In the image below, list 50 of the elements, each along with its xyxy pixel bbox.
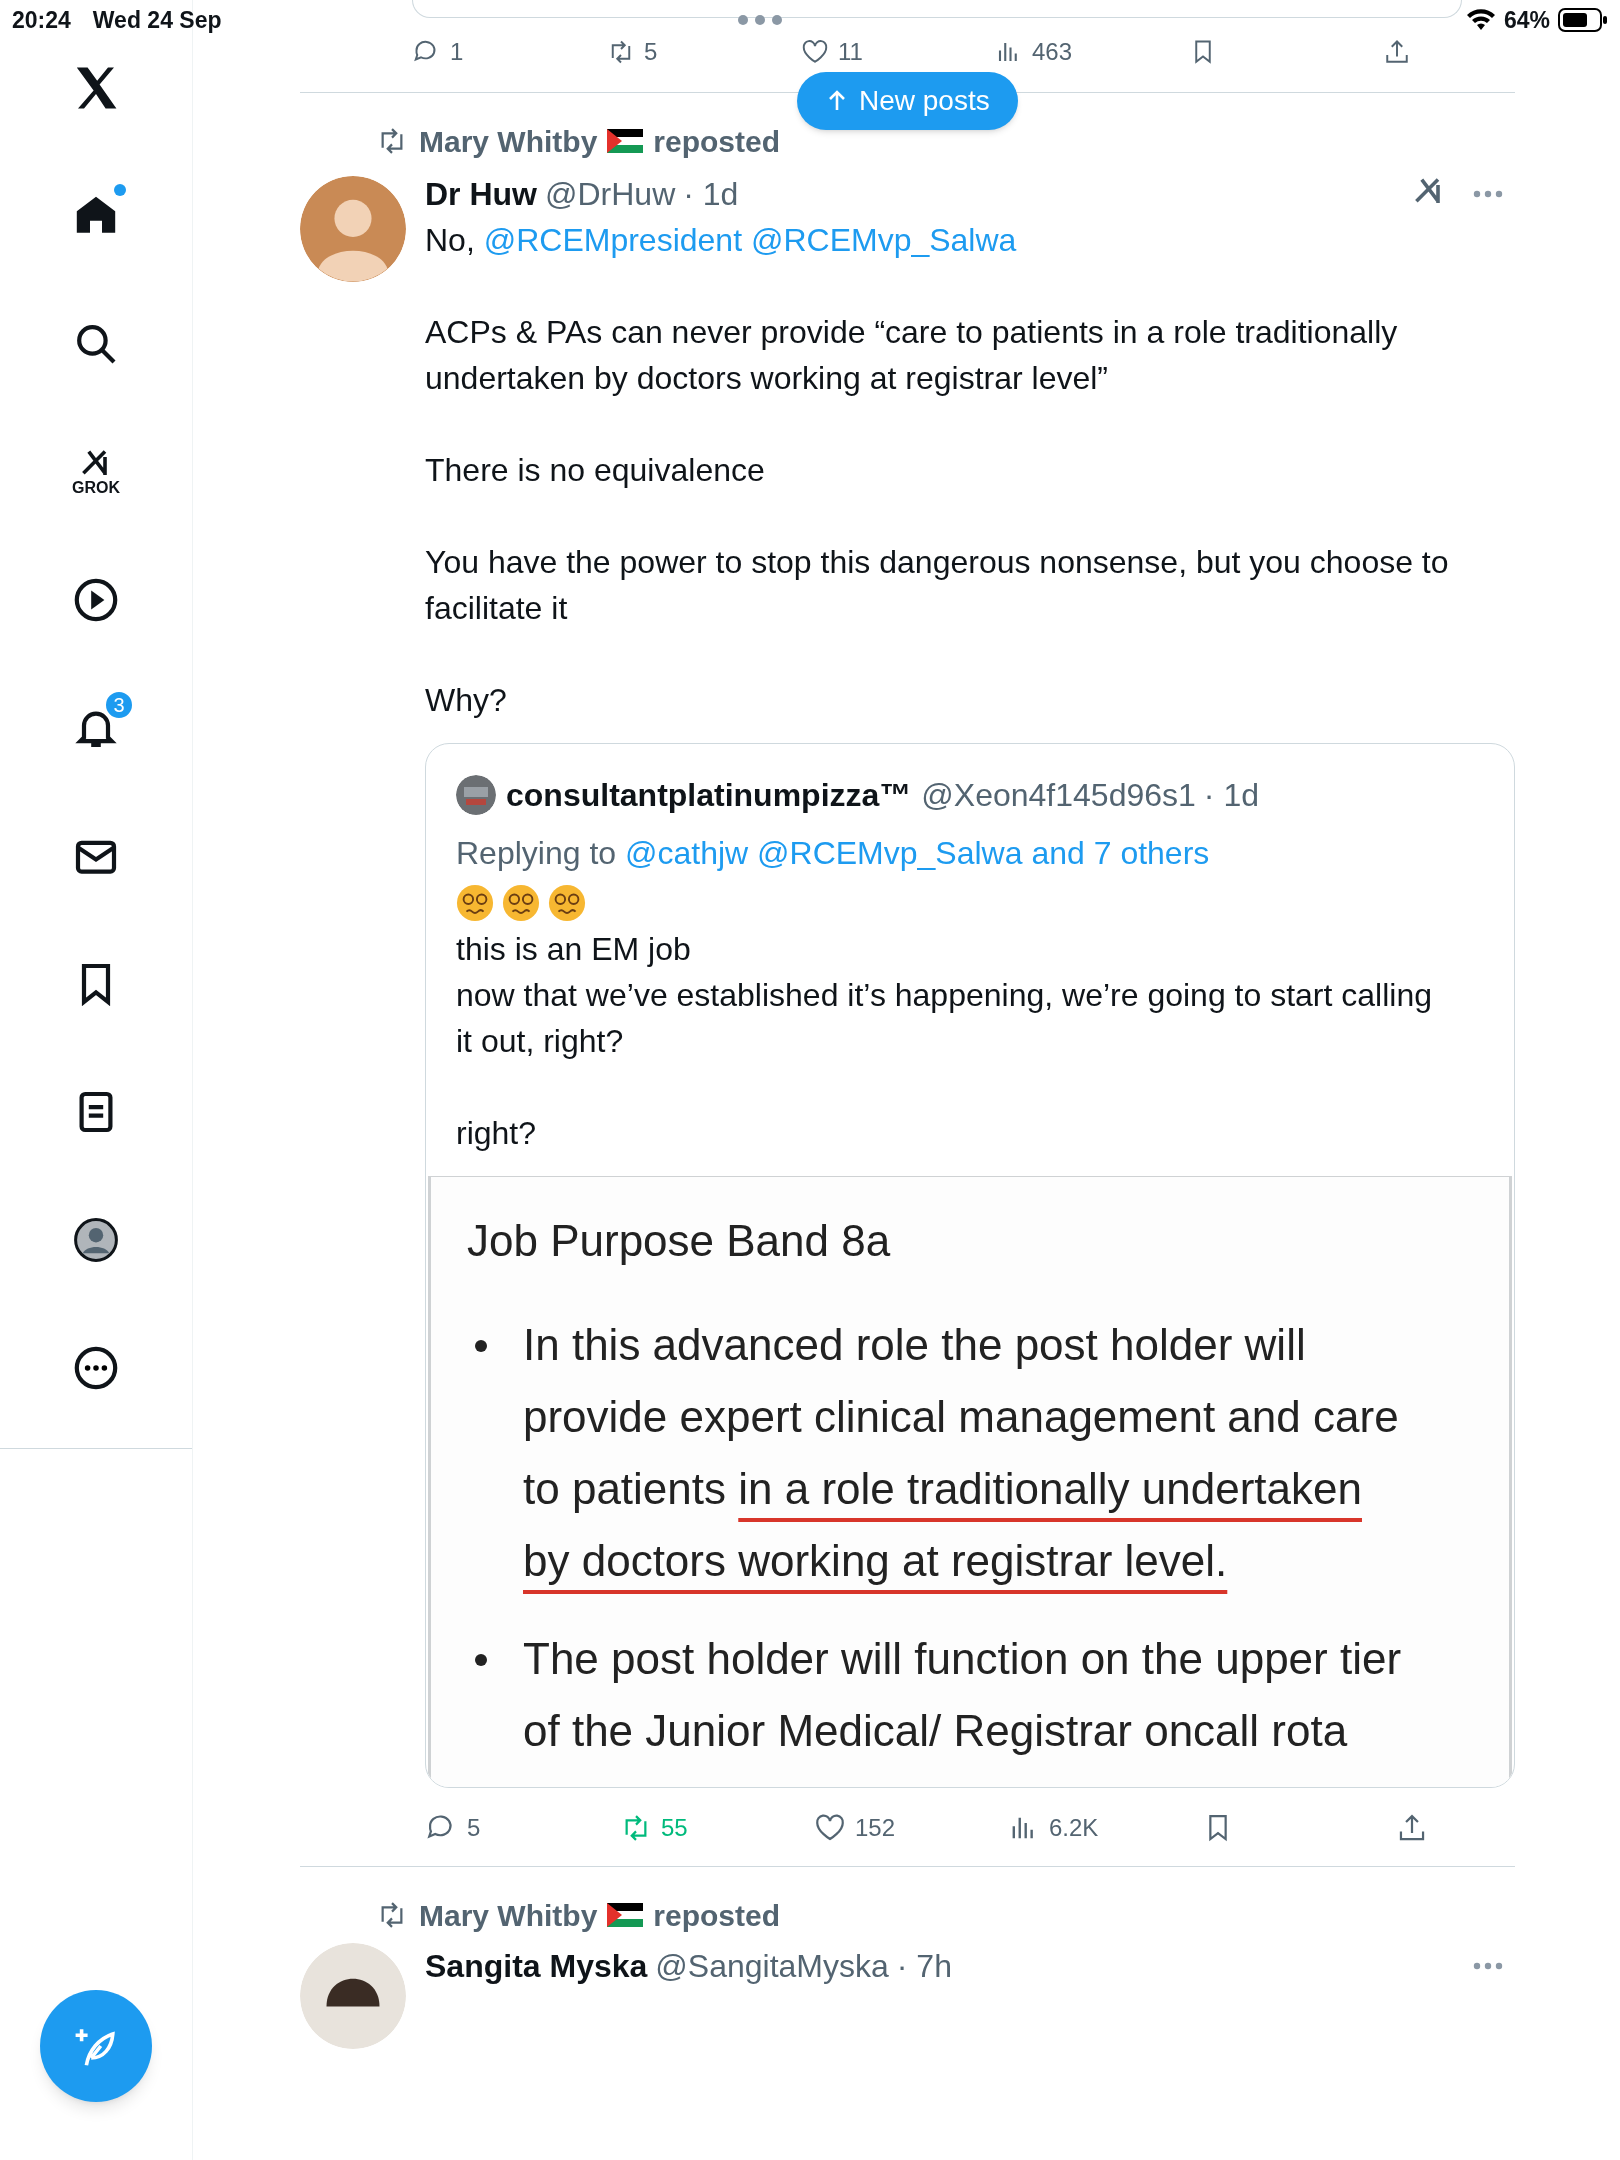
dizzy-face-icon [548, 884, 586, 922]
grok-label: GROK [72, 480, 120, 496]
post-text: right? [456, 1114, 538, 1153]
reposter-name[interactable]: Mary Whitby [419, 118, 598, 164]
author-name[interactable]: Dr Huw [425, 170, 537, 218]
reply-button[interactable]: 1 [412, 34, 464, 70]
reposted-label: reposted [653, 123, 781, 160]
flag-icon [607, 1903, 644, 1927]
reply-button[interactable]: 5 [425, 1810, 481, 1846]
post-text: this is an EM job [456, 930, 692, 969]
battery-icon [1558, 8, 1608, 32]
post-text: No, @RCEMpresident @RCEMvp_Salwa [425, 221, 1018, 260]
like-button[interactable]: 152 [813, 1810, 896, 1846]
play-icon[interactable] [72, 576, 120, 624]
author-handle[interactable]: @DrHuw [545, 170, 676, 218]
author-handle[interactable]: @Xeon4f145d96s1 [921, 771, 1196, 819]
author-name[interactable]: consultantplatinumpizza™ [506, 771, 912, 819]
repost-button[interactable]: 5 [606, 34, 658, 70]
wifi-icon [1465, 9, 1496, 31]
quoted-post-card[interactable] [425, 743, 1515, 1788]
post-text: You have the power to stop this dangerous nonsense, but you choose to facilitate it [425, 543, 1450, 628]
replying-to-text: Replying to @cathjw @RCEMvp_Salwa and 7 others [456, 834, 1211, 873]
bullet-text: In this advanced role the post holder will provide expert clinical management and care to patients in a role traditionally undertaken by doctors working at registrar level. [523, 1319, 1400, 1587]
avatar[interactable] [300, 1943, 406, 2049]
post-time: · 1d [1203, 776, 1259, 815]
document-heading: Job Purpose Band 8a [467, 1215, 892, 1267]
post-time: · 7h [896, 1947, 952, 1986]
battery-percent: 64% [1503, 5, 1550, 35]
post-text: Why? [425, 681, 508, 720]
like-button[interactable]: 11 [800, 34, 863, 70]
bullet-text: The post holder will function on the upper tier of the Junior Medical/ Registrar oncall rota [523, 1633, 1403, 1757]
multitask-dots-icon [736, 14, 783, 26]
flag-icon [607, 129, 644, 153]
post-text: ACPs & PAs can never provide “care to patients in a role traditionally undertaken by doctors working at registrar level” [425, 313, 1399, 398]
views-button[interactable]: 463 [994, 34, 1073, 70]
dizzy-face-icon [456, 884, 494, 922]
views-button[interactable]: 6.2K [1007, 1810, 1099, 1846]
reposted-label: reposted [653, 1897, 781, 1934]
post-text: now that we’ve established it’s happening, we’re going to start calling it out, right? [456, 976, 1433, 1061]
dizzy-face-icon [502, 884, 540, 922]
post-time: · 1d [683, 175, 739, 214]
profile-icon[interactable] [72, 1216, 120, 1264]
more-icon[interactable] [72, 1344, 120, 1392]
date: Wed 24 Sep [92, 5, 222, 35]
author-name[interactable]: Sangita Myska [425, 1942, 648, 1990]
author-handle[interactable]: @SangitaMyska [655, 1942, 889, 1990]
clock: 20:24 [12, 5, 71, 35]
reposter-name[interactable]: Mary Whitby [419, 1892, 598, 1938]
notification-badge: 3 [104, 690, 134, 720]
post-text: There is no equivalence [425, 451, 766, 490]
